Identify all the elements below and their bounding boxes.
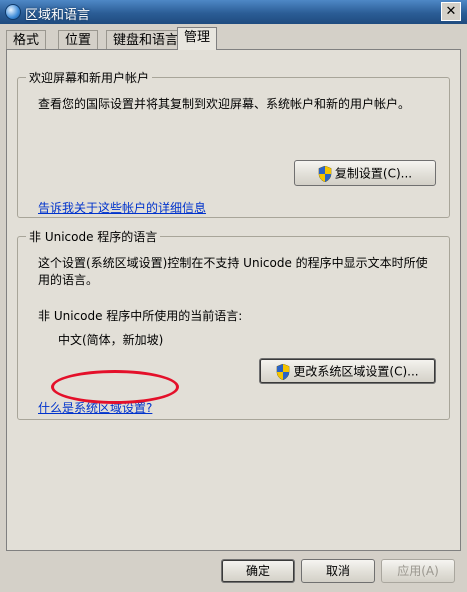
tab-administrative[interactable]: 管理 [177,27,218,50]
non-unicode-description-line1: 这个设置(系统区域设置)控制在不支持 Unicode 的程序中显示文本时所使 [38,256,428,270]
apply-button[interactable]: 应用(A) [381,559,455,583]
copy-settings-button[interactable]: 复制设置(C)... [294,160,436,186]
close-button[interactable]: ✕ [441,2,461,21]
copy-settings-label: 复制设置(C)... [334,166,413,181]
uac-shield-icon [277,363,290,380]
uac-shield-icon [318,165,332,182]
non-unicode-description-line2: 用的语言。 [38,273,99,287]
tab-format[interactable]: 格式 [6,30,47,49]
red-annotation-ellipse [51,370,179,404]
welcome-screen-group: 欢迎屏幕和新用户帐户 查看您的国际设置并将其复制到欢迎屏幕、系统帐户和新的用户帐… [17,69,450,218]
welcome-group-title: 欢迎屏幕和新用户帐户 [26,69,153,86]
ok-button[interactable]: 确定 [221,559,295,583]
current-language-label: 非 Unicode 程序中所使用的当前语言: [38,309,243,323]
change-system-locale-button[interactable]: 更改系统区域设置(C)... [259,358,436,384]
tab-location[interactable]: 位置 [58,30,99,49]
globe-icon [5,4,21,20]
welcome-accounts-details-link[interactable]: 告诉我关于这些帐户的详细信息 [38,199,206,216]
change-system-locale-label: 更改系统区域设置(C)... [293,364,419,379]
window-title: 区域和语言 [25,8,91,23]
cancel-button[interactable]: 取消 [301,559,375,583]
tab-keyboards-languages[interactable]: 键盘和语言 [106,30,186,49]
non-unicode-group-title: 非 Unicode 程序的语言 [26,228,161,245]
title-bar: 区域和语言 ✕ [0,0,467,24]
current-language-value: 中文(简体，新加坡) [58,333,164,347]
welcome-description: 查看您的国际设置并将其复制到欢迎屏幕、系统帐户和新的用户帐户。 [38,97,411,111]
tab-panel-administrative: 欢迎屏幕和新用户帐户 查看您的国际设置并将其复制到欢迎屏幕、系统帐户和新的用户帐… [6,49,461,551]
